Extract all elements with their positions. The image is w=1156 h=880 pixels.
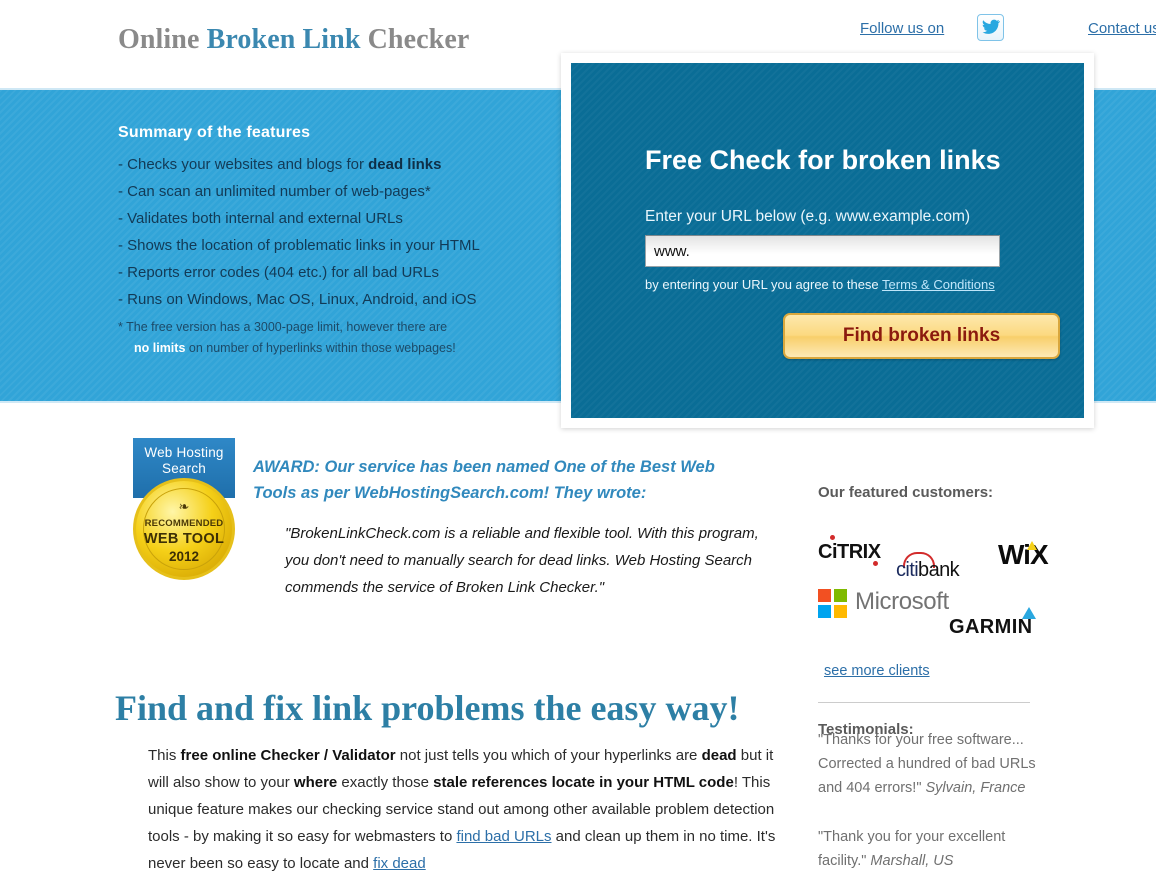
citibank-citi: citi bbox=[896, 559, 919, 581]
intro-paragraph: This free online Checker / Validator not… bbox=[148, 742, 776, 877]
testimonial-item: "Thanks for your free software... Correc… bbox=[818, 728, 1042, 800]
url-input[interactable] bbox=[645, 235, 1000, 267]
testimonial-author: Sylvain, France bbox=[925, 780, 1026, 796]
footnote-line-1: * The free version has a 3000-page limit… bbox=[118, 320, 448, 334]
wix-logo: WiX bbox=[998, 539, 1049, 570]
terms-and-conditions-link[interactable]: Terms & Conditions bbox=[882, 277, 995, 292]
title-part-1: Online bbox=[118, 24, 207, 55]
garmin-logo: GARMIN bbox=[949, 616, 1033, 638]
ms-square-blue bbox=[818, 605, 831, 618]
badge-text: Web Hosting Search bbox=[133, 438, 235, 477]
feature-item: - Runs on Windows, Mac OS, Linux, Androi… bbox=[118, 291, 477, 308]
find-broken-links-button[interactable]: Find broken links bbox=[783, 313, 1060, 359]
seal-recommended-label: RECOMMENDED bbox=[144, 518, 224, 529]
form-subtitle: Enter your URL below (e.g. www.example.c… bbox=[645, 208, 971, 225]
terms-prefix: by entering your URL you agree to these bbox=[645, 277, 883, 292]
fix-dead-links-link[interactable]: fix dead bbox=[373, 855, 426, 872]
award-quote: "BrokenLinkCheck.com is a reliable and f… bbox=[285, 525, 759, 596]
footnote-line-2: on number of hyperlinks within those web… bbox=[185, 341, 456, 355]
terms-line: by entering your URL you agree to these … bbox=[645, 277, 995, 292]
feature-text: - Checks your websites and blogs for bbox=[118, 156, 369, 173]
p-s1: This bbox=[148, 747, 181, 764]
testimonial-item: "Thank you for your excellent facility."… bbox=[818, 825, 1042, 873]
form-title: Free Check for broken links bbox=[645, 145, 1001, 175]
title-part-2: Checker bbox=[360, 24, 470, 55]
page-title: Online Broken Link Checker bbox=[118, 24, 469, 56]
ms-square-red bbox=[818, 589, 831, 602]
ms-square-yellow bbox=[834, 605, 847, 618]
feature-item: - Reports error codes (404 etc.) for all… bbox=[118, 264, 439, 281]
p-b4: stale references locate in your HTML cod… bbox=[433, 774, 734, 791]
award-seal-icon: ❧ RECOMMENDED WEB TOOL 2012 bbox=[133, 478, 235, 580]
citibank-logo: citibank bbox=[896, 559, 960, 582]
twitter-bird-icon[interactable] bbox=[977, 14, 1004, 41]
p-b2: dead bbox=[701, 747, 737, 764]
p-b1: free online Checker / Validator bbox=[180, 747, 396, 764]
award-headline: AWARD: Our service has been named One of… bbox=[253, 458, 715, 502]
p-s2: not just tells you which of your hyperli… bbox=[395, 747, 702, 764]
badge-line-2: Search bbox=[162, 461, 206, 476]
seal-year-label: 2012 bbox=[168, 549, 200, 564]
customer-logos: CiTRIX citibank WiX Microsoft GARMIN see… bbox=[818, 515, 1049, 738]
seal-mustache-icon: ❧ bbox=[178, 499, 190, 514]
wix-accent-icon bbox=[1027, 541, 1037, 550]
contact-us-link[interactable]: Contact us bbox=[1088, 20, 1156, 37]
citrix-logo: CiTRIX bbox=[818, 541, 881, 563]
citibank-bank: bank bbox=[918, 559, 960, 581]
feature-item: - Checks your websites and blogs for dea… bbox=[118, 151, 548, 178]
p-b3: where bbox=[293, 774, 338, 791]
seal-webtool-label: WEB TOOL bbox=[143, 531, 225, 547]
features-block: Summary of the features - Checks your we… bbox=[118, 124, 548, 359]
badge-line-1: Web Hosting bbox=[144, 445, 224, 460]
microsoft-squares-icon bbox=[818, 589, 848, 619]
p-s4: exactly those bbox=[337, 774, 434, 791]
find-bad-urls-link[interactable]: find bad URLs bbox=[456, 828, 551, 845]
features-list: - Checks your websites and blogs for dea… bbox=[118, 151, 548, 313]
feature-item: - Validates both internal and external U… bbox=[118, 210, 403, 227]
check-form-panel: Free Check for broken links Enter your U… bbox=[561, 53, 1094, 428]
featured-customers-title: Our featured customers: bbox=[818, 484, 994, 501]
feature-bold: dead links bbox=[368, 156, 442, 173]
feature-item: - Can scan an unlimited number of web-pa… bbox=[118, 183, 431, 200]
see-more-clients-link[interactable]: see more clients bbox=[824, 663, 930, 679]
citrix-dot-icon bbox=[873, 561, 878, 566]
features-footnote: * The free version has a 3000-page limit… bbox=[118, 317, 548, 359]
title-accent: Broken Link bbox=[206, 24, 361, 55]
header-links: Follow us on Contact us bbox=[736, 14, 1156, 48]
follow-us-link[interactable]: Follow us on bbox=[860, 20, 944, 37]
feature-item: - Shows the location of problematic link… bbox=[118, 237, 480, 254]
sidebar-divider bbox=[818, 702, 1030, 703]
main-heading: Find and fix link problems the easy way! bbox=[115, 688, 740, 729]
check-form-inner: Free Check for broken links Enter your U… bbox=[571, 63, 1084, 418]
microsoft-logo: Microsoft bbox=[855, 588, 949, 615]
ms-square-green bbox=[834, 589, 847, 602]
testimonial-author: Marshall, US bbox=[870, 853, 954, 869]
citrix-dot-icon bbox=[830, 535, 835, 540]
sidebar: Our featured customers: CiTRIX citibank … bbox=[818, 484, 1049, 869]
features-heading: Summary of the features bbox=[118, 124, 311, 141]
footnote-highlight: no limits bbox=[134, 341, 186, 355]
